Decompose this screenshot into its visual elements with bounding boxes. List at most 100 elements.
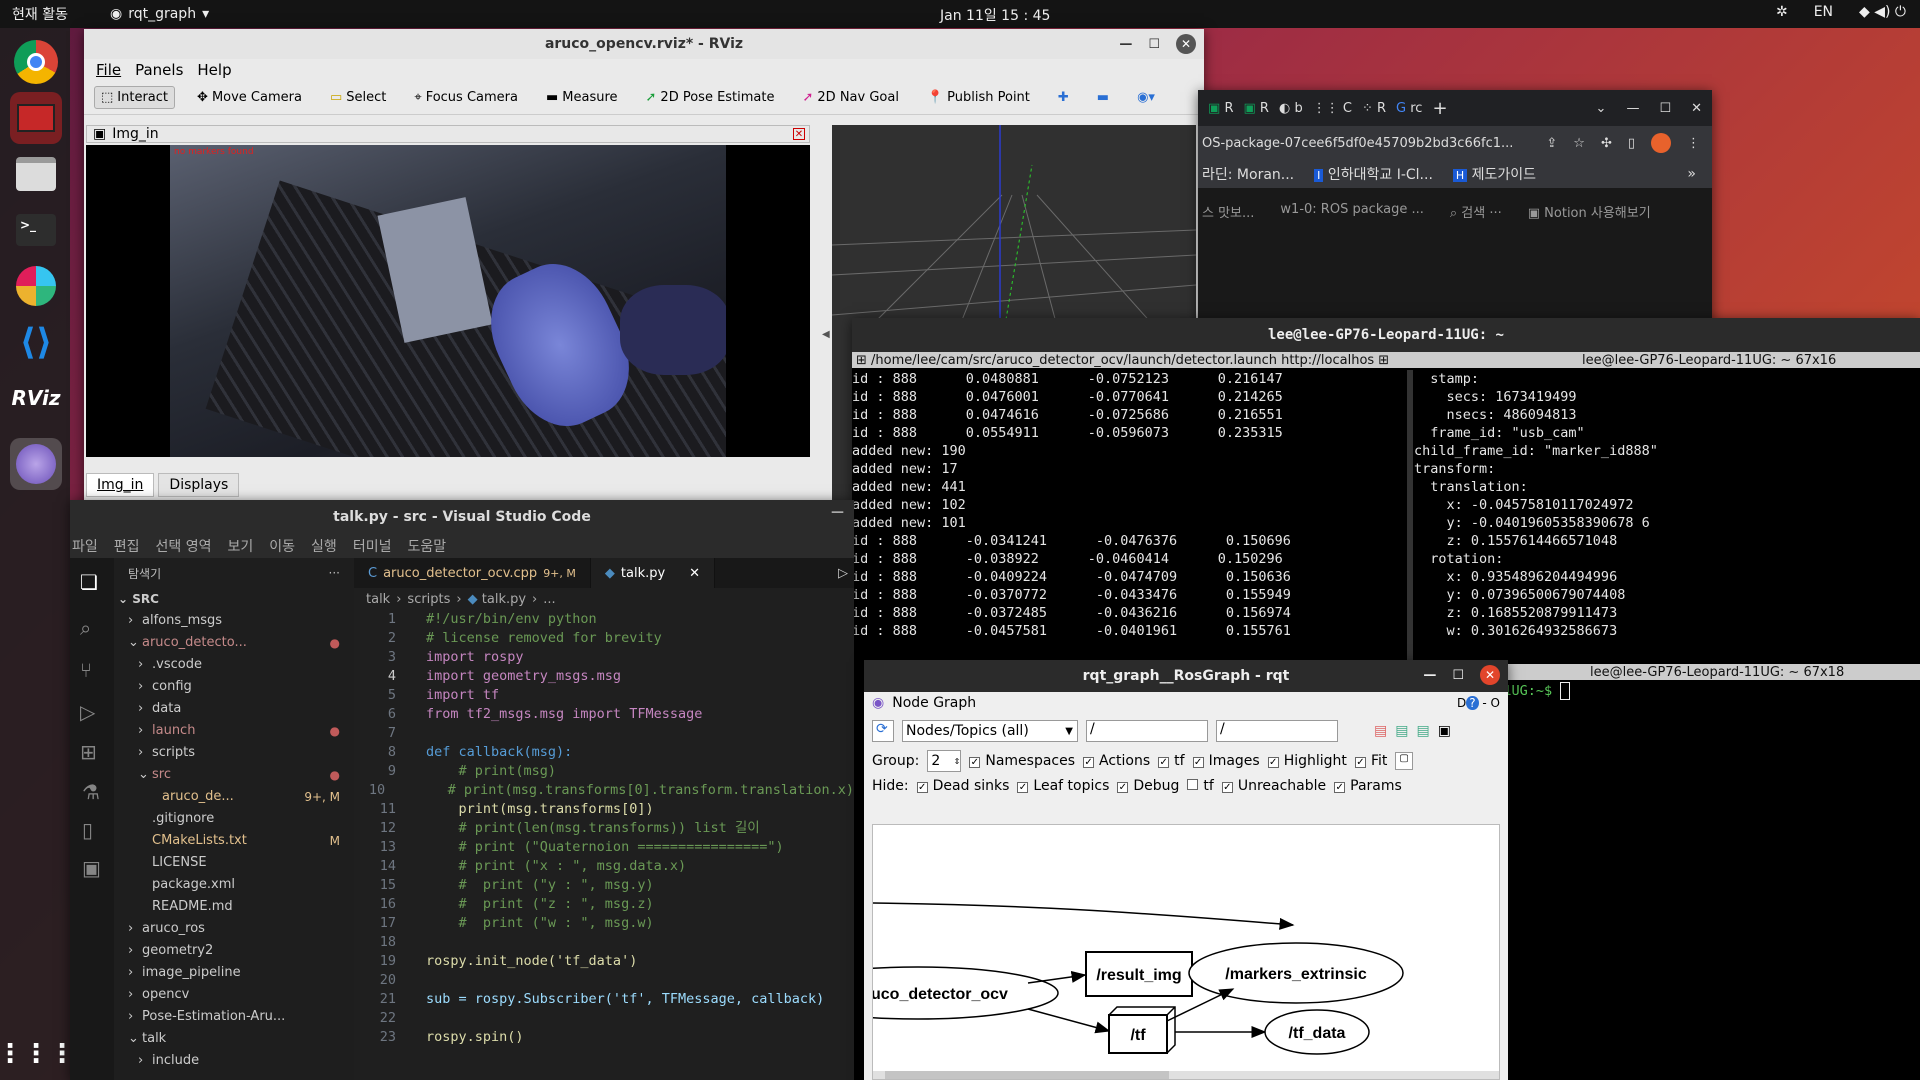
maximize-button[interactable]: ☐ [1452, 668, 1464, 683]
tool-interact[interactable]: ⬚ Interact [94, 86, 176, 109]
menu-selection[interactable]: 선택 영역 [156, 536, 212, 556]
checkbox-highlight[interactable]: ✓ Highlight [1267, 753, 1347, 769]
tree-item[interactable]: › config [114, 676, 354, 698]
save-dot-icon[interactable]: ▤ [1395, 723, 1408, 739]
horizontal-scrollbar[interactable] [873, 1071, 1499, 1079]
tree-item[interactable]: › include [114, 1050, 354, 1072]
tree-item[interactable]: ⌄ src ● [114, 764, 354, 786]
testing-icon[interactable]: ⚗ [82, 780, 100, 804]
close-panel-icon[interactable]: ✕ [793, 128, 805, 140]
chrome-tab[interactable]: ◐ b [1279, 101, 1303, 116]
chrome-tab[interactable]: ▣ R [1208, 101, 1233, 116]
tree-root[interactable]: ⌄ SRC [114, 588, 354, 610]
menu-go[interactable]: 이동 [269, 536, 295, 556]
pane-divider[interactable] [1407, 370, 1413, 660]
rviz-titlebar[interactable]: aruco_opencv.rviz* - RViz — ☐ ✕ [84, 29, 1204, 59]
tree-item[interactable]: › data [114, 698, 354, 720]
fit-view-button[interactable]: ▢ [1395, 752, 1414, 770]
save-svg-icon[interactable]: ▤ [1416, 723, 1429, 739]
tool-move-camera[interactable]: ✥ Move Camera [191, 87, 308, 108]
checkbox-unreachable[interactable]: ✓ Unreachable [1221, 778, 1326, 794]
menu-terminal[interactable]: 터미널 [353, 536, 392, 556]
plugin-controls[interactable]: D? - O [1457, 696, 1500, 710]
graph-canvas[interactable]: uco_detector_ocv /result_img /markers_ex… [872, 824, 1500, 1080]
tool-options-button[interactable]: ◉▾ [1131, 87, 1161, 108]
share-icon[interactable]: ⇪ [1546, 136, 1557, 151]
tree-item[interactable]: › alfons_msgs [114, 610, 354, 632]
tree-item[interactable]: README.md [114, 896, 354, 918]
activities-button[interactable]: 현재 활동 [12, 4, 68, 24]
refresh-button[interactable]: ⟳ [872, 720, 894, 742]
topic-filter-input[interactable]: / [1216, 720, 1338, 742]
chrome-tab[interactable]: ▣ R [1243, 101, 1268, 116]
extensions-icon[interactable]: ✣ [1601, 136, 1612, 151]
tree-item[interactable]: › launch ● [114, 720, 354, 742]
show-apps-icon[interactable]: ⋮⋮⋮ [0, 1028, 75, 1080]
minimize-button[interactable]: — [1423, 668, 1436, 683]
terminal-titlebar[interactable]: lee@lee-GP76-Leopard-11UG: ~ [852, 318, 1920, 352]
close-button[interactable]: ✕ [1176, 34, 1196, 54]
minimize-button[interactable]: — [831, 505, 844, 520]
tab-img-in[interactable]: Img_in [86, 473, 155, 497]
tab-displays[interactable]: Displays [158, 473, 240, 497]
close-tab-icon[interactable]: ✕ [689, 566, 700, 581]
tool-publish-point[interactable]: 📍 Publish Point [921, 87, 1036, 108]
menu-help[interactable]: 도움말 [407, 536, 446, 556]
sidepanel-icon[interactable]: ▯ [1628, 136, 1635, 151]
notion-search[interactable]: ⌕ 검색 ··· [1450, 202, 1502, 314]
namespace-filter-input[interactable]: / [1086, 720, 1208, 742]
close-button[interactable]: ✕ [1691, 101, 1702, 116]
run-debug-icon[interactable]: ▷ [80, 700, 95, 724]
terminal-icon[interactable]: >_ [10, 204, 62, 256]
tab-search-icon[interactable]: ⌄ [1596, 101, 1607, 116]
checkbox-params[interactable]: ✓ Params [1334, 778, 1402, 794]
chrome-tab[interactable]: G rc [1396, 101, 1422, 116]
chrome-icon[interactable] [10, 36, 62, 88]
notion-try[interactable]: ▣ Notion 사용해보기 [1528, 202, 1651, 314]
language-indicator[interactable]: EN [1814, 4, 1833, 20]
rqt-titlebar[interactable]: rqt_graph__RosGraph - rqt — ☐ ✕ [864, 660, 1508, 692]
menu-file[interactable]: File [96, 61, 121, 79]
code-area[interactable]: 1 #!/usr/bin/env python 2 # license removed… [354, 610, 854, 1047]
tree-item[interactable]: › scripts [114, 742, 354, 764]
pane-header-right[interactable]: lee@lee-GP76-Leopard-11UG: ~ 67x16 [1410, 353, 1836, 368]
save-image-icon[interactable]: ▣ [1438, 723, 1451, 739]
tree-item[interactable]: aruco_de... 9+, M [114, 786, 354, 808]
more-icon[interactable]: ··· [329, 566, 340, 580]
url-field[interactable]: OS-package-07cee6f5df0e45709b2bd3c66fc1.… [1202, 136, 1513, 151]
search-icon[interactable]: ⌕ [80, 616, 91, 640]
minimize-button[interactable]: — [1626, 101, 1639, 116]
pane-header-left[interactable]: ⊞ /home/lee/cam/src/aruco_detector_ocv/l… [852, 353, 1410, 368]
crumb-item[interactable]: ... [543, 592, 555, 607]
chrome-tab[interactable]: ⋮⋮ C [1313, 101, 1352, 116]
clock[interactable]: Jan 11일 15 : 45 [940, 5, 1050, 25]
crumb-item[interactable]: ◆ talk.py [468, 592, 526, 607]
notion-crumb[interactable]: w1-0: ROS package ... [1280, 202, 1423, 314]
vscode-titlebar[interactable]: talk.py - src - Visual Studio Code — [70, 500, 854, 534]
menu-panels[interactable]: Panels [135, 61, 183, 79]
chrome-tab[interactable]: ⁘ R [1362, 101, 1386, 116]
docker-icon[interactable]: ▣ [82, 856, 101, 880]
tool-pose-estimate[interactable]: ➚ 2D Pose Estimate [640, 87, 781, 108]
crumb-item[interactable]: talk [366, 592, 390, 607]
tool-focus-camera[interactable]: ⌖ Focus Camera [408, 87, 524, 108]
load-dot-icon[interactable]: ▤ [1374, 723, 1387, 739]
app-menu[interactable]: ◉ rqt_graph ▾ [110, 6, 209, 22]
maximize-button[interactable]: ☐ [1148, 37, 1160, 52]
crumb-item[interactable]: scripts [407, 592, 450, 607]
tree-item[interactable]: › geometry2 [114, 940, 354, 962]
tool-measure[interactable]: ▬ Measure [540, 87, 624, 108]
remote-explorer-icon[interactable]: ▯ [82, 818, 93, 842]
remove-tool-button[interactable]: ▬ [1091, 87, 1115, 108]
maximize-button[interactable]: ☐ [1659, 101, 1671, 116]
explorer-icon[interactable]: ❏ [80, 570, 98, 594]
checkbox-hide-tf[interactable]: tf [1187, 778, 1214, 794]
avatar[interactable] [1651, 133, 1671, 153]
tree-item[interactable]: package.xml [114, 874, 354, 896]
tree-item[interactable]: ⌄ talk [114, 1028, 354, 1050]
bookmark[interactable]: 라딘: Moran... [1202, 164, 1294, 184]
menu-view[interactable]: 보기 [228, 536, 254, 556]
run-file-icon[interactable]: ▷ [838, 558, 854, 588]
tree-item[interactable]: › .vscode [114, 654, 354, 676]
checkbox-debug[interactable]: ✓ Debug [1117, 778, 1179, 794]
